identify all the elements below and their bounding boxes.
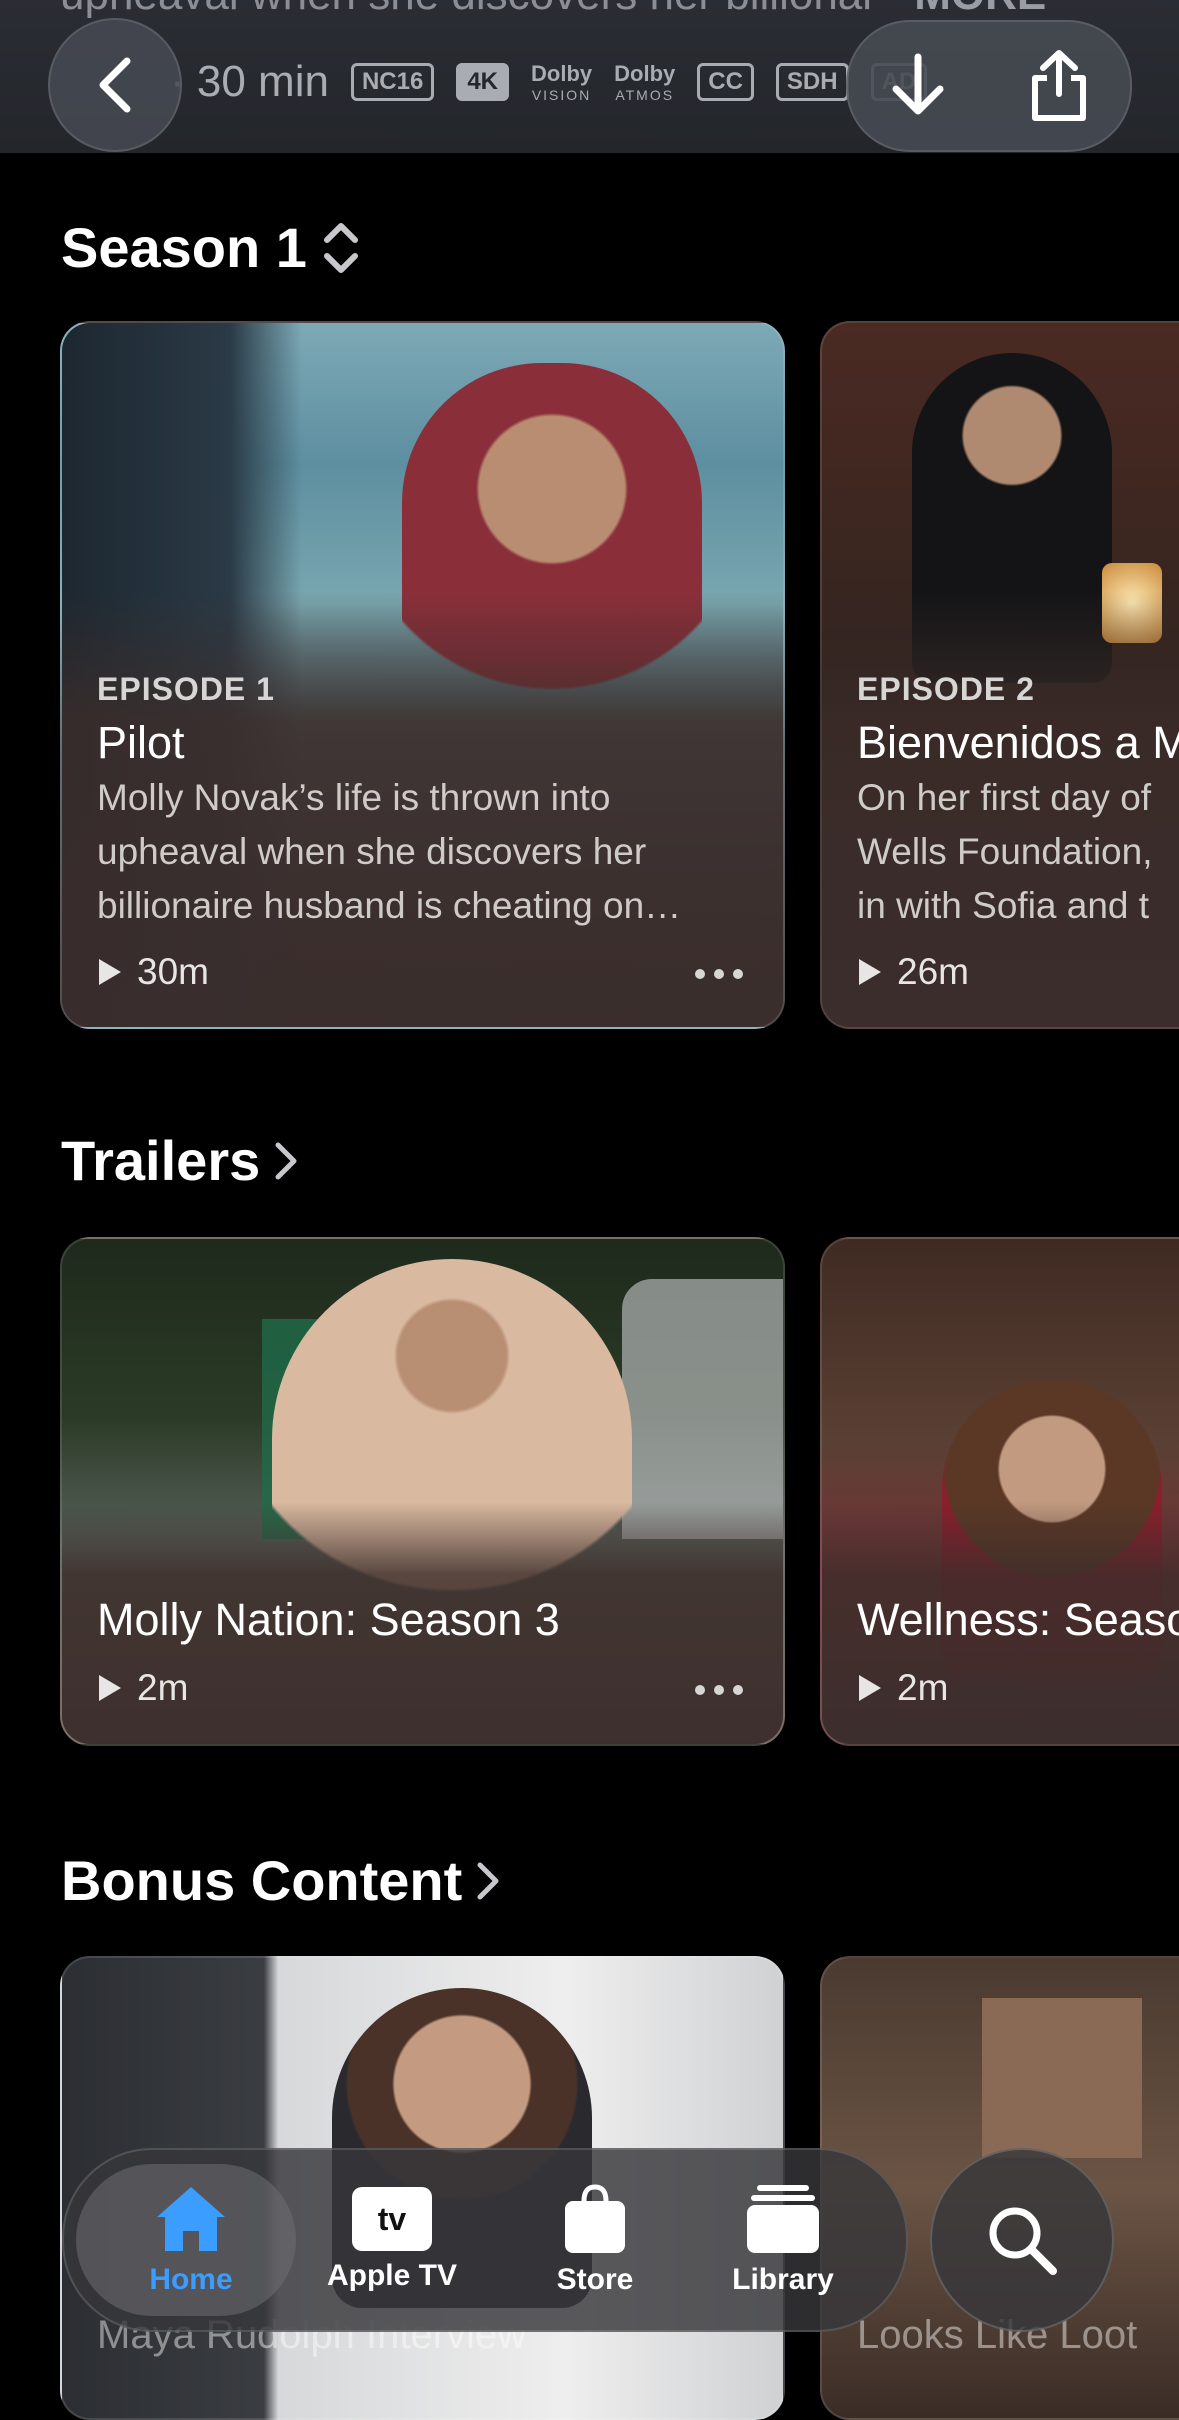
trailer-card[interactable]: Molly Nation: Season 3 2m xyxy=(60,1237,785,1746)
trailer-title: Molly Nation: Season 3 xyxy=(97,1594,560,1645)
play-duration[interactable]: 2m xyxy=(857,1667,948,1709)
play-duration[interactable]: 26m xyxy=(857,951,969,993)
episode-label: EPISODE 1 xyxy=(97,671,275,707)
episode-description: On her first day of Wells Foundation, in… xyxy=(857,777,1153,926)
tab-home[interactable]: Home xyxy=(96,2150,286,2330)
trailers-title: Trailers xyxy=(61,1129,261,1192)
episode-title: Pilot xyxy=(97,717,185,768)
header-actions xyxy=(846,20,1132,152)
magnifier-icon xyxy=(989,2207,1057,2275)
back-button[interactable] xyxy=(48,18,182,152)
episode-card[interactable]: EPISODE 1 Pilot Molly Novak’s life is th… xyxy=(60,321,785,1029)
trailers-heading[interactable]: Trailers xyxy=(61,1128,298,1193)
download-icon[interactable] xyxy=(888,51,948,121)
more-options-icon[interactable] xyxy=(695,1685,743,1695)
rating-badge: NC16 xyxy=(350,63,435,101)
apple-tv-icon: tv xyxy=(352,2187,432,2251)
dolby-vision-badge: Dolby VISION xyxy=(531,60,593,103)
chevron-right-icon xyxy=(477,1862,499,1899)
shelf-shape xyxy=(982,1998,1142,2158)
chevron-up-down-icon xyxy=(323,222,358,273)
more-options-icon[interactable] xyxy=(695,969,743,979)
bag-icon xyxy=(565,2184,625,2253)
trailer-card[interactable]: Wellness: Seaso 2m xyxy=(820,1237,1179,1746)
details-header: upheaval when she discovers her billiona… xyxy=(0,0,1179,153)
4k-badge: 4K xyxy=(456,63,509,101)
episode-title: Bienvenidos a M xyxy=(857,717,1179,768)
episode-description: Molly Novak’s life is thrown into upheav… xyxy=(97,777,682,926)
house-icon xyxy=(157,2187,225,2251)
tab-library[interactable]: Library xyxy=(688,2150,878,2330)
stack-icon xyxy=(747,2185,819,2253)
play-icon xyxy=(859,959,881,985)
episode-label: EPISODE 2 xyxy=(857,671,1035,707)
chevron-left-icon xyxy=(99,57,131,113)
tab-store[interactable]: Store xyxy=(500,2150,690,2330)
tab-bar: Home tv Apple TV Store Library xyxy=(62,2148,908,2332)
description-cut-text: upheaval when she discovers her billiona… xyxy=(60,0,1046,20)
trailer-title: Wellness: Seaso xyxy=(857,1594,1179,1645)
share-icon[interactable] xyxy=(1027,48,1091,124)
search-button[interactable] xyxy=(930,2148,1114,2332)
dolby-atmos-badge: Dolby ATMOS xyxy=(614,60,676,103)
play-icon xyxy=(859,1675,881,1701)
more-link[interactable]: MORE xyxy=(914,0,1046,19)
runtime-text: · 30 min xyxy=(170,57,329,106)
play-icon xyxy=(99,1675,121,1701)
play-icon xyxy=(99,959,121,985)
sdh-badge: SDH xyxy=(775,63,849,101)
bonus-title: Bonus Content xyxy=(61,1849,463,1912)
car-shape xyxy=(622,1279,783,1539)
play-duration[interactable]: 2m xyxy=(97,1667,188,1709)
season-selector[interactable]: Season 1 xyxy=(61,215,361,280)
play-duration[interactable]: 30m xyxy=(97,951,209,993)
episode-card[interactable]: EPISODE 2 Bienvenidos a M On her first d… xyxy=(820,321,1179,1029)
bonus-heading[interactable]: Bonus Content xyxy=(61,1848,500,1913)
tab-apple-tv[interactable]: tv Apple TV xyxy=(297,2150,487,2330)
cc-badge: CC xyxy=(697,63,754,101)
season-title: Season 1 xyxy=(61,216,307,279)
chevron-right-icon xyxy=(275,1142,297,1179)
metadata-row: · 30 min NC16 4K Dolby VISION Dolby ATMO… xyxy=(170,52,928,112)
